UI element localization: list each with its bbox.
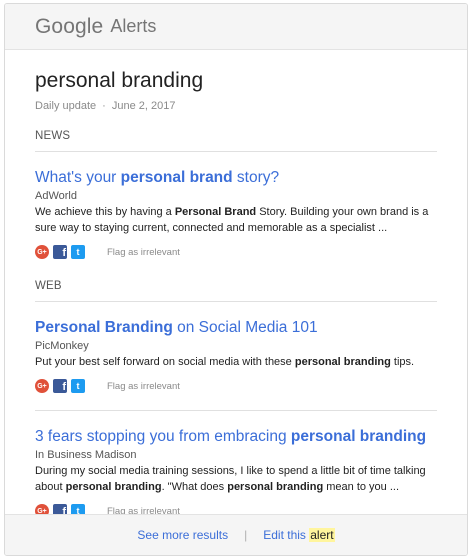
section-label-web: WEB bbox=[35, 280, 62, 292]
result-title-link[interactable]: 3 fears stopping you from embracing pers… bbox=[35, 427, 437, 446]
twitter-icon[interactable]: t bbox=[71, 245, 85, 259]
result-snippet: We achieve this by having a Personal Bra… bbox=[35, 204, 437, 236]
flag-irrelevant-link[interactable]: Flag as irrelevant bbox=[107, 381, 180, 392]
edit-alert-link[interactable]: Edit this alert bbox=[263, 528, 335, 542]
result-item: Personal Branding on Social Media 101 Pic… bbox=[35, 302, 437, 411]
meta-separator: · bbox=[102, 100, 106, 112]
snippet-bold-term: personal branding bbox=[65, 481, 162, 493]
google-plus-icon[interactable]: G+ bbox=[35, 245, 49, 259]
snippet-text: tips. bbox=[390, 356, 415, 368]
facebook-icon[interactable]: f bbox=[53, 245, 67, 259]
snippet-text: . "What does bbox=[161, 481, 228, 493]
alert-email-card: Google Alerts personal branding Daily up… bbox=[4, 3, 468, 556]
result-snippet: During my social media training sessions… bbox=[35, 463, 437, 495]
result-snippet: Put your best self forward on social med… bbox=[35, 354, 437, 370]
snippet-text: mean to you ... bbox=[323, 481, 400, 493]
snippet-bold-term: personal branding bbox=[294, 356, 391, 368]
title-bold-term: personal branding bbox=[290, 428, 427, 445]
result-item: 3 fears stopping you from embracing pers… bbox=[35, 411, 437, 519]
header-bar: Google Alerts bbox=[5, 4, 467, 50]
twitter-icon[interactable]: t bbox=[71, 379, 85, 393]
title-text: on Social Media 101 bbox=[172, 319, 318, 336]
alerts-label: Alerts bbox=[110, 16, 157, 36]
edit-alert-prefix: Edit this bbox=[263, 528, 310, 542]
see-more-results-link[interactable]: See more results bbox=[137, 528, 228, 542]
result-source: In Business Madison bbox=[35, 449, 137, 461]
share-actions: G+ f t Flag as irrelevant bbox=[35, 244, 437, 260]
result-title-link[interactable]: Personal Branding on Social Media 101 bbox=[35, 318, 437, 337]
flag-irrelevant-link[interactable]: Flag as irrelevant bbox=[107, 247, 180, 258]
footer-divider: | bbox=[244, 528, 248, 542]
title-text: What's your bbox=[35, 169, 121, 186]
snippet-text: We achieve this by having a bbox=[35, 206, 175, 218]
frequency-text: Daily update bbox=[35, 100, 97, 112]
result-item: What's your personal brand story? AdWorld… bbox=[35, 152, 437, 260]
section-label-news: NEWS bbox=[35, 130, 71, 142]
result-source: PicMonkey bbox=[35, 340, 89, 352]
alert-query-title: personal branding bbox=[35, 69, 204, 92]
title-text: story? bbox=[232, 169, 280, 186]
title-bold-term: Personal Branding bbox=[35, 319, 173, 336]
result-title-link[interactable]: What's your personal brand story? bbox=[35, 168, 437, 187]
title-text: 3 fears stopping you from embracing bbox=[35, 428, 291, 445]
footer-bar: See more results | Edit this alert bbox=[5, 514, 467, 555]
edit-alert-highlight: alert bbox=[309, 528, 335, 542]
alert-meta: Daily update · June 2, 2017 bbox=[35, 100, 437, 112]
alert-date: June 2, 2017 bbox=[111, 100, 176, 112]
web-results: Personal Branding on Social Media 101 Pic… bbox=[35, 302, 437, 519]
alert-content: personal branding Daily update · June 2, 2… bbox=[5, 68, 467, 519]
google-plus-icon[interactable]: G+ bbox=[35, 379, 49, 393]
google-logo: Google bbox=[35, 14, 104, 38]
snippet-bold-term: Personal Brand bbox=[174, 206, 257, 218]
snippet-bold-term: personal branding bbox=[227, 481, 324, 493]
news-results: What's your personal brand story? AdWorld… bbox=[35, 152, 437, 260]
title-bold-term: personal brand bbox=[120, 169, 233, 186]
facebook-icon[interactable]: f bbox=[53, 379, 67, 393]
share-actions: G+ f t Flag as irrelevant bbox=[35, 378, 437, 394]
result-source: AdWorld bbox=[35, 190, 77, 202]
snippet-text: Put your best self forward on social med… bbox=[35, 356, 295, 368]
